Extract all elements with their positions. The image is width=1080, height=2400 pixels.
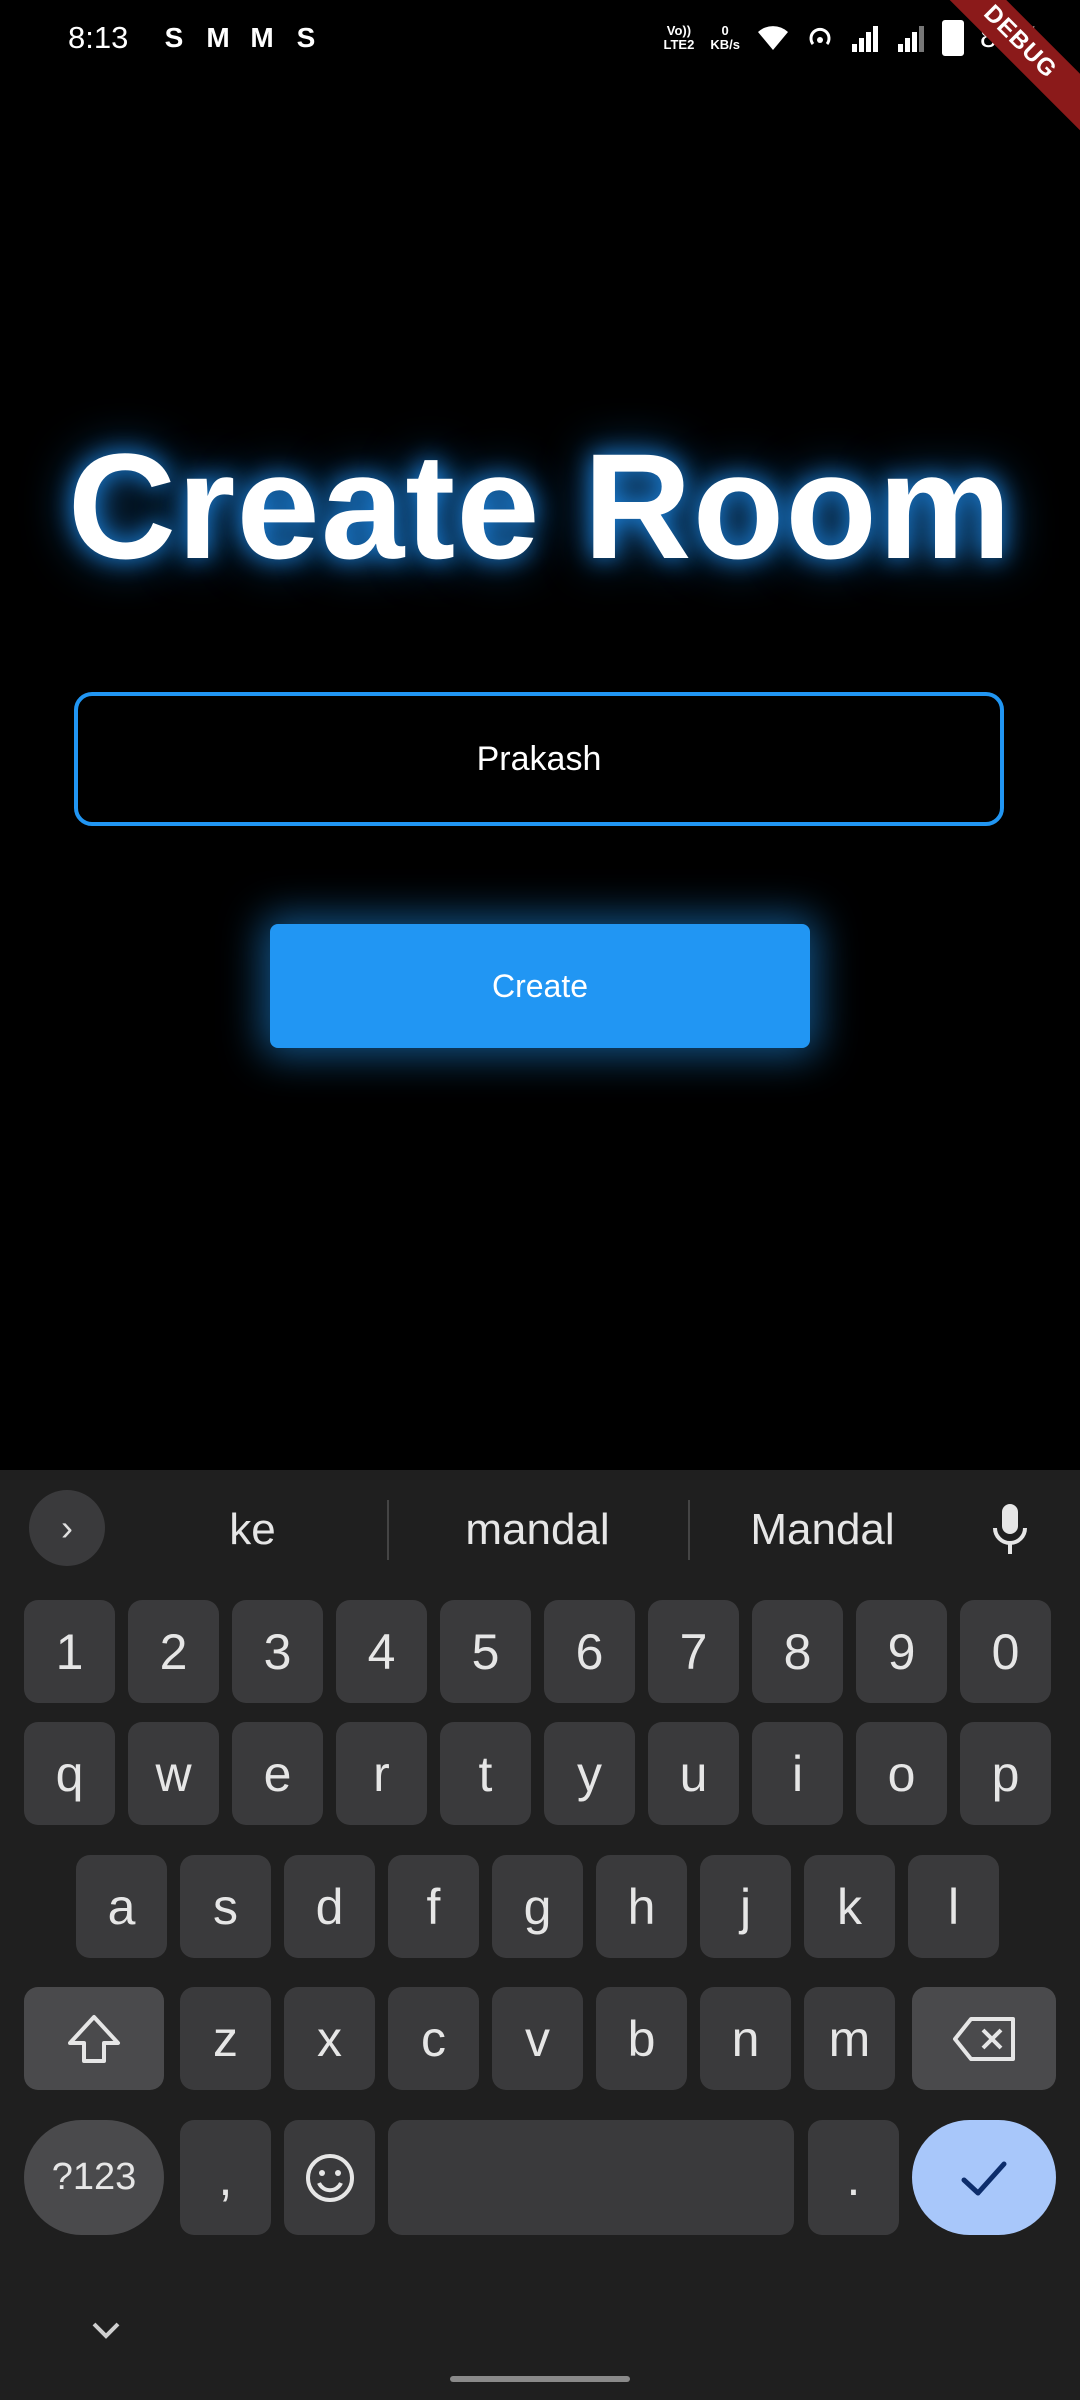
home-indicator[interactable] — [450, 2376, 630, 2382]
key-8[interactable]: 8 — [752, 1600, 843, 1703]
volte-indicator: Vo)) LTE2 — [663, 23, 695, 52]
check-icon — [961, 2161, 1007, 2195]
key-i[interactable]: i — [752, 1722, 843, 1825]
status-bar: 8:13 S M M S Vo)) LTE2 0 KB/s DEBUG — [0, 0, 1080, 149]
key-d[interactable]: d — [284, 1855, 375, 1958]
chevron-down-icon[interactable] — [88, 2312, 124, 2348]
keyboard: › ke mandal Mandal 1 2 3 4 5 6 7 8 9 0 q… — [0, 1470, 1080, 2400]
period-key[interactable]: . — [808, 2120, 899, 2235]
key-e[interactable]: e — [232, 1722, 323, 1825]
key-n[interactable]: n — [700, 1987, 791, 2090]
key-h[interactable]: h — [596, 1855, 687, 1958]
key-f[interactable]: f — [388, 1855, 479, 1958]
key-c[interactable]: c — [388, 1987, 479, 2090]
signal-icon — [851, 26, 878, 52]
wifi-icon — [757, 26, 788, 50]
net-speed-indicator: 0 KB/s — [710, 23, 740, 52]
shift-icon — [68, 2014, 120, 2063]
shift-key[interactable] — [24, 1987, 164, 2090]
suggestion[interactable]: mandal — [400, 1500, 675, 1560]
mic-icon[interactable] — [985, 1500, 1035, 1560]
key-2[interactable]: 2 — [128, 1600, 219, 1703]
key-g[interactable]: g — [492, 1855, 583, 1958]
backspace-key[interactable] — [912, 1987, 1056, 2090]
key-q[interactable]: q — [24, 1722, 115, 1825]
notification-icon: S — [164, 22, 184, 53]
symbols-key[interactable]: ?123 — [24, 2120, 164, 2235]
key-p[interactable]: p — [960, 1722, 1051, 1825]
gmail-icon: M — [206, 22, 230, 53]
key-x[interactable]: x — [284, 1987, 375, 2090]
key-o[interactable]: o — [856, 1722, 947, 1825]
battery-icon — [941, 20, 964, 56]
key-5[interactable]: 5 — [440, 1600, 531, 1703]
key-1[interactable]: 1 — [24, 1600, 115, 1703]
comma-key[interactable]: , — [180, 2120, 271, 2235]
page-title: Create Room — [67, 422, 1013, 590]
signal-icon — [897, 26, 924, 52]
emoji-key[interactable] — [284, 2120, 375, 2235]
key-a[interactable]: a — [76, 1855, 167, 1958]
status-time: 8:13 — [68, 20, 129, 55]
divider — [387, 1500, 389, 1560]
suggestion-bar: › ke mandal Mandal — [0, 1470, 1080, 1580]
key-7[interactable]: 7 — [648, 1600, 739, 1703]
hotspot-icon — [809, 27, 831, 45]
notification-icons: S M M S — [158, 22, 322, 54]
key-3[interactable]: 3 — [232, 1600, 323, 1703]
emoji-icon — [305, 2153, 354, 2202]
key-k[interactable]: k — [804, 1855, 895, 1958]
space-key[interactable] — [388, 2120, 794, 2235]
key-u[interactable]: u — [648, 1722, 739, 1825]
key-4[interactable]: 4 — [336, 1600, 427, 1703]
divider — [688, 1500, 690, 1560]
suggestion[interactable]: ke — [160, 1500, 345, 1560]
key-t[interactable]: t — [440, 1722, 531, 1825]
key-v[interactable]: v — [492, 1987, 583, 2090]
key-s[interactable]: s — [180, 1855, 271, 1958]
key-l[interactable]: l — [908, 1855, 999, 1958]
screen: 8:13 S M M S Vo)) LTE2 0 KB/s DEBUG Crea… — [0, 0, 1080, 2400]
gmail-icon: M — [250, 22, 274, 53]
notification-icon: S — [296, 22, 316, 53]
key-b[interactable]: b — [596, 1987, 687, 2090]
key-w[interactable]: w — [128, 1722, 219, 1825]
suggestion[interactable]: Mandal — [705, 1500, 940, 1560]
room-name-input[interactable]: Prakash — [74, 692, 1004, 826]
key-j[interactable]: j — [700, 1855, 791, 1958]
key-y[interactable]: y — [544, 1722, 635, 1825]
key-6[interactable]: 6 — [544, 1600, 635, 1703]
backspace-icon — [953, 2016, 1015, 2061]
key-9[interactable]: 9 — [856, 1600, 947, 1703]
key-0[interactable]: 0 — [960, 1600, 1051, 1703]
key-z[interactable]: z — [180, 1987, 271, 2090]
chevron-right-icon[interactable]: › — [29, 1490, 105, 1566]
key-m[interactable]: m — [804, 1987, 895, 2090]
enter-key[interactable] — [912, 2120, 1056, 2235]
create-button[interactable]: Create — [270, 924, 810, 1048]
key-r[interactable]: r — [336, 1722, 427, 1825]
